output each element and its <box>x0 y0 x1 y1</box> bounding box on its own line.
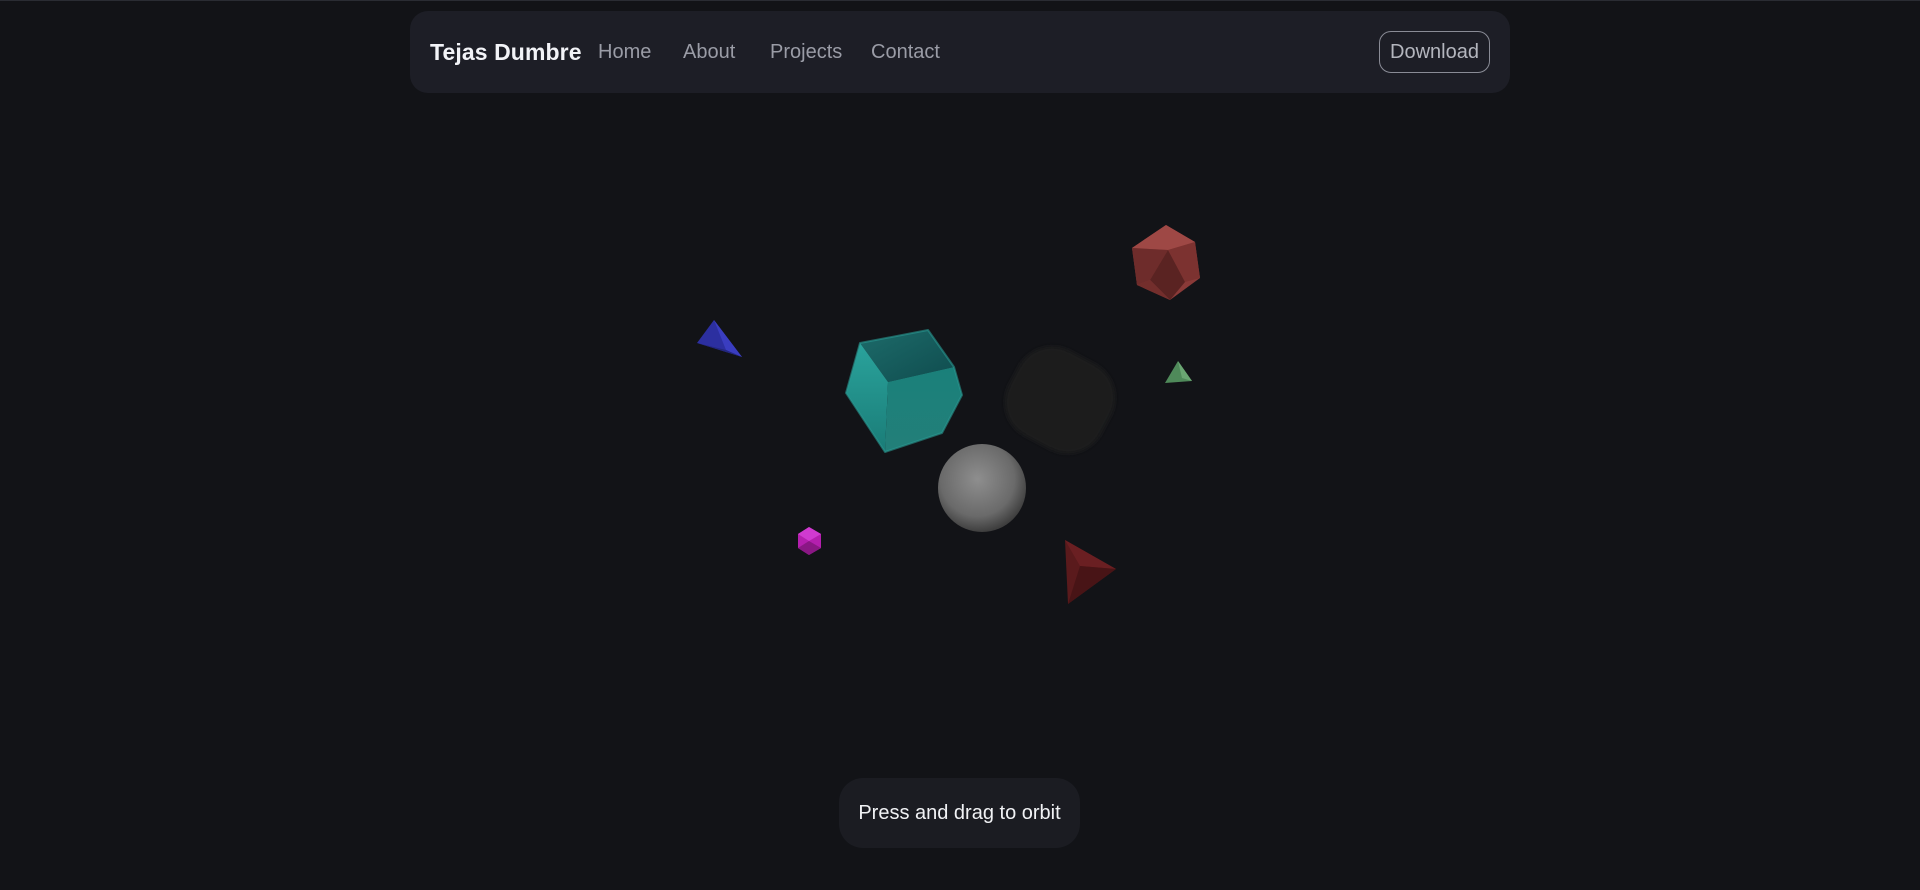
teal-cube <box>845 329 963 453</box>
orbit-hint: Press and drag to orbit <box>839 778 1080 848</box>
dark-rounded-box <box>1004 346 1116 454</box>
magenta-octahedron <box>798 527 821 555</box>
green-tetrahedron <box>1165 361 1192 383</box>
3d-scene-canvas[interactable] <box>0 0 1920 890</box>
nav-projects[interactable]: Projects <box>770 11 842 93</box>
nav-home[interactable]: Home <box>598 11 651 93</box>
brand-name[interactable]: Tejas Dumbre <box>430 11 582 93</box>
download-button[interactable]: Download <box>1379 31 1490 73</box>
gray-sphere <box>938 444 1026 532</box>
red-icosahedron <box>1132 225 1200 300</box>
dark-red-tetrahedron <box>1065 540 1116 604</box>
nav-about[interactable]: About <box>683 11 735 93</box>
top-navbar: Tejas Dumbre Home About Projects Contact… <box>410 11 1510 93</box>
blue-tetrahedron <box>697 320 742 357</box>
nav-contact[interactable]: Contact <box>871 11 940 93</box>
